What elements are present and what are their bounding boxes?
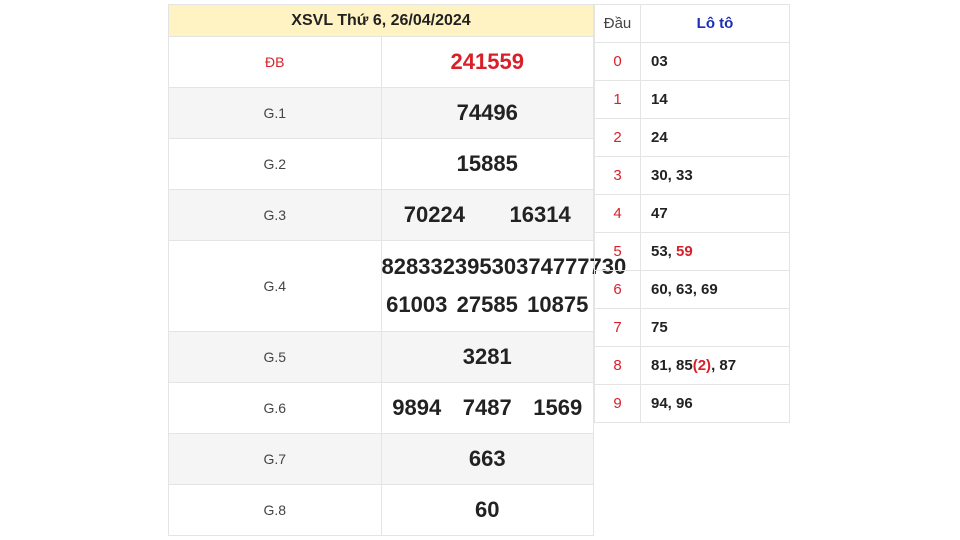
loto-row: 6 60, 63, 69 [594, 270, 790, 309]
loto-text: 24 [651, 129, 668, 146]
prize-number-db: 241559 [450, 49, 524, 74]
loto-values: 75 [640, 308, 790, 347]
prize-label-g2: G.2 [168, 138, 382, 190]
loto-values: 30, 33 [640, 156, 790, 195]
loto-header-dau: Đầu [594, 4, 641, 43]
loto-table: Đầu Lô tô 0 03 1 14 2 24 3 30, 33 4 47 5 53, 59 6 60,… [594, 4, 790, 423]
prize-g3: 70224 16314 [380, 189, 594, 241]
loto-dau: 0 [594, 42, 641, 81]
loto-text: 30, 33 [651, 167, 693, 184]
loto-row: 8 81, 85(2), 87 [594, 346, 790, 385]
prize-label-g7: G.7 [168, 433, 382, 485]
results-title: XSVL Thứ 6, 26/04/2024 [168, 4, 594, 37]
prize-number-g7: 663 [468, 446, 506, 471]
prize-number-g4: 61003 [386, 292, 448, 317]
loto-text: , 87 [711, 357, 737, 374]
loto-text: 94, 96 [651, 395, 693, 412]
prize-number-g6: 9894 [392, 395, 442, 420]
loto-text: 53, [651, 243, 677, 260]
prize-label-g8: G.8 [168, 484, 382, 536]
prize-g5: 3281 [380, 331, 594, 383]
loto-text: 75 [651, 319, 668, 336]
prize-number-g4: 03747 [503, 254, 566, 279]
results-page: XSVL Thứ 6, 26/04/2024 ĐB 241559 G.1 744… [0, 0, 960, 540]
loto-dau: 8 [594, 346, 641, 385]
loto-values: 47 [640, 194, 790, 233]
loto-row: 0 03 [594, 42, 790, 81]
loto-text: 14 [651, 91, 668, 108]
prize-label-db: ĐB [168, 36, 382, 88]
loto-values: 94, 96 [640, 384, 790, 423]
loto-row: 5 53, 59 [594, 232, 790, 271]
prize-db: 241559 [380, 36, 594, 88]
loto-values: 24 [640, 118, 790, 157]
prize-g6: 9894 7487 1569 [380, 382, 594, 434]
prize-label-g4: G.4 [168, 240, 382, 332]
prize-number-g6: 1569 [533, 395, 583, 420]
prize-g4: 82833 23953 03747 77730 61003 27585 1087… [380, 240, 626, 332]
prize-number-g5: 3281 [462, 344, 512, 369]
loto-values: 53, 59 [640, 232, 790, 271]
prize-g2: 15885 [380, 138, 594, 190]
loto-highlight: (2) [692, 357, 712, 374]
loto-dau: 9 [594, 384, 641, 423]
loto-dau: 1 [594, 80, 641, 119]
loto-row: 3 30, 33 [594, 156, 790, 195]
prize-number-g4: 82833 [381, 254, 443, 279]
prize-number-g4: 10875 [527, 292, 589, 317]
loto-row: 9 94, 96 [594, 384, 790, 423]
loto-highlight: 59 [676, 243, 693, 260]
loto-row: 1 14 [594, 80, 790, 119]
prize-number-g6: 7487 [462, 395, 512, 420]
prize-number-g1: 74496 [456, 100, 518, 125]
loto-values: 81, 85(2), 87 [640, 346, 790, 385]
loto-text: 03 [651, 53, 668, 70]
prize-number-g8: 60 [475, 497, 500, 522]
prize-label-g1: G.1 [168, 87, 382, 139]
prize-label-g5: G.5 [168, 331, 382, 383]
loto-dau: 6 [594, 270, 641, 309]
prize-label-g6: G.6 [168, 382, 382, 434]
prize-number-g2: 15885 [456, 151, 518, 176]
loto-dau: 4 [594, 194, 641, 233]
prize-number-g3: 16314 [509, 202, 571, 227]
prize-table: XSVL Thứ 6, 26/04/2024 ĐB 241559 G.1 744… [168, 4, 626, 536]
loto-row: 4 47 [594, 194, 790, 233]
loto-header-loto: Lô tô [640, 4, 790, 43]
loto-dau: 5 [594, 232, 641, 271]
loto-row: 7 75 [594, 308, 790, 347]
prize-number-g4: 27585 [456, 292, 518, 317]
loto-text: 47 [651, 205, 668, 222]
loto-dau: 2 [594, 118, 641, 157]
prize-g7: 663 [380, 433, 594, 485]
loto-values: 03 [640, 42, 790, 81]
loto-text: 60, 63, 69 [651, 281, 718, 298]
loto-text: 81, 85 [651, 357, 693, 374]
loto-values: 14 [640, 80, 790, 119]
prize-number-g3: 70224 [403, 202, 465, 227]
loto-values: 60, 63, 69 [640, 270, 790, 309]
prize-label-g3: G.3 [168, 189, 382, 241]
loto-row: 2 24 [594, 118, 790, 157]
prize-g8: 60 [380, 484, 594, 536]
loto-dau: 3 [594, 156, 641, 195]
prize-g1: 74496 [380, 87, 594, 139]
loto-dau: 7 [594, 308, 641, 347]
loto-rows: 0 03 1 14 2 24 3 30, 33 4 47 5 53, 59 6 60, 63, 69 7 75… [594, 42, 790, 423]
prize-number-g4: 23953 [442, 254, 504, 279]
